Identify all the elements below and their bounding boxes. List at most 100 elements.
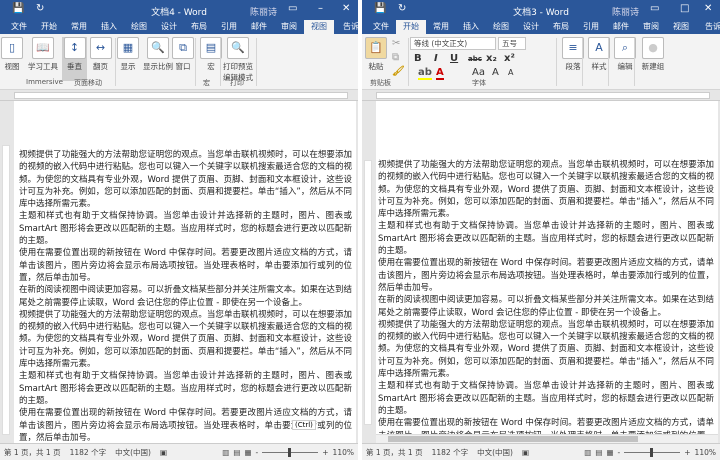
paragraph[interactable]: 在新的阅读视图中阅读更加容易。可以折叠文档某些部分并关注所需文本。如果在达到结尾… xyxy=(19,284,352,309)
zoom-out-button[interactable]: - xyxy=(256,448,259,457)
paragraph[interactable]: 视频提供了功能强大的方法帮助您证明您的观点。当您单击联机视频时，可以在想要添加的… xyxy=(19,309,352,370)
tell-me-search[interactable]: 告诉我 xyxy=(336,20,358,34)
document-page[interactable]: 视频提供了功能强大的方法帮助您证明您的观点。当您单击联机视频时，可以在想要添加的… xyxy=(14,101,356,443)
tab-4[interactable]: 绘图 xyxy=(124,20,154,34)
superscript-button[interactable]: x² xyxy=(504,53,515,64)
close-icon[interactable]: ✕ xyxy=(704,3,712,14)
print-preview-button[interactable]: 🔍 打印预览编辑模式 xyxy=(222,37,254,83)
vertical-button[interactable]: ↕ 垂直 xyxy=(62,37,87,81)
tab-9[interactable]: 审阅 xyxy=(636,20,666,34)
paragraph[interactable]: 视频提供了功能强大的方法帮助您证明您的观点。当您单击联机视频时，可以在想要添加的… xyxy=(19,149,352,210)
font-name-select[interactable]: 等线 (中文正文) xyxy=(410,37,496,50)
zoom-out-button[interactable]: - xyxy=(618,448,621,457)
subscript-button[interactable]: x₂ xyxy=(486,53,497,64)
tab-6[interactable]: 布局 xyxy=(184,20,214,34)
tab-7[interactable]: 引用 xyxy=(214,20,244,34)
bold-button[interactable]: B xyxy=(414,53,422,64)
tab-10[interactable]: 视图 xyxy=(666,20,696,34)
zoom-slider[interactable] xyxy=(262,448,319,457)
print-layout-icon[interactable]: ▤ xyxy=(233,448,240,457)
zoom-in-button[interactable]: + xyxy=(684,448,690,457)
cut-icon[interactable]: ✂ xyxy=(392,38,400,49)
zoom-slider[interactable] xyxy=(624,448,681,457)
paragraph[interactable]: 视频提供了功能强大的方法帮助您证明您的观点。当您单击联机视频时，可以在想要添加的… xyxy=(378,159,714,220)
show-button[interactable]: ▦ 显示 xyxy=(116,37,140,72)
print-layout-icon[interactable]: ▤ xyxy=(595,448,602,457)
tab-10[interactable]: 视图 xyxy=(304,20,334,34)
paragraph[interactable]: 主题和样式也有助于文档保持协调。当您单击设计并选择新的主题时，图片、图表或 Sm… xyxy=(378,220,714,257)
paragraph[interactable]: 在新的阅读视图中阅读更加容易。可以折叠文档某些部分并关注所需文本。如果在达到结尾… xyxy=(378,294,714,319)
ribbon-display-icon[interactable]: ▭ xyxy=(288,3,297,14)
strikethrough-button[interactable]: abc xyxy=(468,55,482,63)
tab-7[interactable]: 引用 xyxy=(576,20,606,34)
macro-record-icon[interactable]: ▣ xyxy=(160,448,167,457)
paragraph[interactable]: 主题和样式也有助于文档保持协调。当您单击设计并选择新的主题时，图片、图表或 Sm… xyxy=(19,210,352,247)
zoom-in-button[interactable]: + xyxy=(322,448,328,457)
zoom-level[interactable]: 110% xyxy=(695,448,716,457)
paragraph[interactable]: 视频提供了功能强大的方法帮助您证明您的观点。当您单击联机视频时，可以在想要添加的… xyxy=(378,319,714,380)
minimize-icon[interactable]: – xyxy=(318,3,323,14)
copy-icon[interactable]: ⧉ xyxy=(392,52,399,63)
zoom-level[interactable]: 110% xyxy=(333,448,354,457)
change-case-button[interactable]: Aa xyxy=(472,67,485,78)
ribbon-display-icon[interactable]: ▭ xyxy=(650,3,659,14)
close-icon[interactable]: ✕ xyxy=(342,3,350,14)
paragraph[interactable]: 使用在需要位置出现的新按钮在 Word 中保存时间。若要更改图片适应文档的方式，… xyxy=(378,417,714,434)
shrink-font-button[interactable]: A xyxy=(508,68,513,77)
word-count[interactable]: 1182 个字 xyxy=(70,447,106,458)
tab-3[interactable]: 插入 xyxy=(94,20,124,34)
highlight-icon[interactable]: ab xyxy=(418,67,432,80)
search-icon: ⌕ xyxy=(614,37,636,59)
paragraph[interactable]: 主题和样式也有助于文档保持协调。当您单击设计并选择新的主题时，图片、图表或 Sm… xyxy=(19,370,352,407)
font-size-select[interactable]: 五号 xyxy=(498,37,526,50)
read-mode-icon[interactable]: ▥ xyxy=(222,448,229,457)
read-mode-icon[interactable]: ▥ xyxy=(584,448,591,457)
page-count[interactable]: 第 1 页，共 1 页 xyxy=(366,447,423,458)
tab-6[interactable]: 布局 xyxy=(546,20,576,34)
horizontal-scrollbar[interactable] xyxy=(376,434,718,443)
tab-1[interactable]: 开始 xyxy=(396,20,426,34)
label: 编辑 xyxy=(617,62,633,71)
tell-me-search[interactable]: 告诉我 xyxy=(698,20,720,34)
paste-button[interactable]: 📋 粘贴 xyxy=(364,37,388,72)
grow-font-button[interactable]: A xyxy=(492,67,499,78)
tab-1[interactable]: 开始 xyxy=(34,20,64,34)
italic-button[interactable]: I xyxy=(434,53,438,64)
language[interactable]: 中文(中国) xyxy=(115,447,151,458)
document-body[interactable]: 视频提供了功能强大的方法帮助您证明您的观点。当您单击联机视频时，可以在想要添加的… xyxy=(378,159,714,434)
web-layout-icon[interactable]: ▦ xyxy=(606,448,613,457)
tab-8[interactable]: 邮件 xyxy=(244,20,274,34)
paste-options-button[interactable]: (Ctrl) xyxy=(292,420,316,430)
document-body[interactable]: 视频提供了功能强大的方法帮助您证明您的观点。当您单击联机视频时，可以在想要添加的… xyxy=(19,149,352,443)
tab-5[interactable]: 设计 xyxy=(154,20,184,34)
tab-0[interactable]: 文件 xyxy=(4,20,34,34)
tab-2[interactable]: 常用 xyxy=(426,20,456,34)
side-to-side-button[interactable]: ↔ 翻页 xyxy=(88,37,113,72)
views-button[interactable]: ▯ 视图 xyxy=(0,37,24,72)
learning-tools-button[interactable]: 📖 学习工具 xyxy=(28,37,58,72)
macro-record-icon[interactable]: ▣ xyxy=(522,448,529,457)
tab-4[interactable]: 绘图 xyxy=(486,20,516,34)
tab-2[interactable]: 常用 xyxy=(64,20,94,34)
tab-3[interactable]: 插入 xyxy=(456,20,486,34)
font-color-icon[interactable]: A xyxy=(436,67,444,80)
status-bar: 第 1 页，共 1 页 1182 个字 中文(中国) ▣ ▥ ▤ ▦ - +110% xyxy=(0,443,358,460)
tab-9[interactable]: 审阅 xyxy=(274,20,304,34)
document-page[interactable]: 视频提供了功能强大的方法帮助您证明您的观点。当您单击联机视频时，可以在想要添加的… xyxy=(376,101,718,434)
web-layout-icon[interactable]: ▦ xyxy=(244,448,251,457)
tab-5[interactable]: 设计 xyxy=(516,20,546,34)
paragraph[interactable]: 使用在需要位置出现的新按钮在 Word 中保存时间。若要更改图片适应文档的方式，… xyxy=(378,257,714,294)
label: 翻页 xyxy=(93,62,108,71)
format-painter-icon[interactable]: 🖌 xyxy=(392,66,405,77)
tab-0[interactable]: 文件 xyxy=(366,20,396,34)
paragraph[interactable]: 主题和样式也有助于文档保持协调。当您单击设计并选择新的主题时，图片、图表或 Sm… xyxy=(378,380,714,417)
paragraph[interactable]: 使用在需要位置出现的新按钮在 Word 中保存时间。若要更改图片适应文档的方式，… xyxy=(19,247,352,284)
new-group-button[interactable]: ● 新建组 xyxy=(636,37,670,72)
underline-button[interactable]: U xyxy=(450,53,458,64)
window-button[interactable]: ⧉ 窗口 xyxy=(168,37,198,72)
page-count[interactable]: 第 1 页，共 1 页 xyxy=(4,447,61,458)
language[interactable]: 中文(中国) xyxy=(477,447,513,458)
tab-8[interactable]: 邮件 xyxy=(606,20,636,34)
word-count[interactable]: 1182 个字 xyxy=(432,447,468,458)
maximize-icon[interactable]: □ xyxy=(680,3,689,14)
